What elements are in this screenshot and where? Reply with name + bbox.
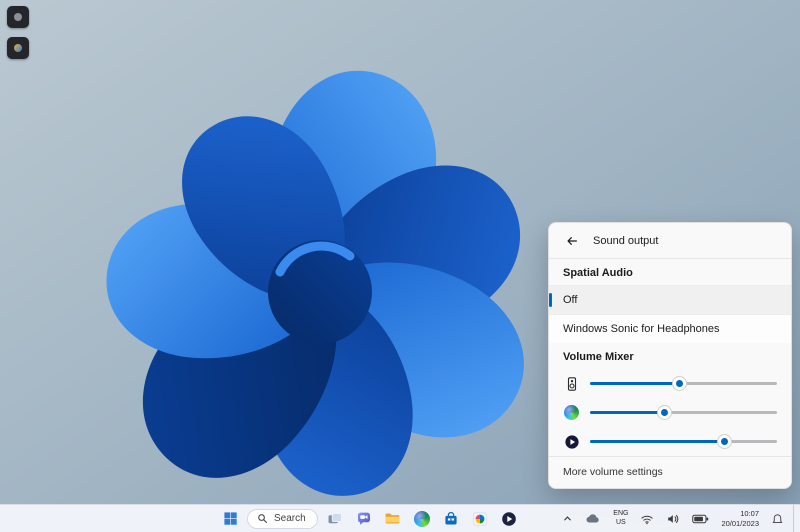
mixer-row-edge (549, 398, 791, 427)
slider-thumb[interactable] (658, 406, 671, 419)
taskbar-center: Search (218, 505, 521, 532)
time-label: 10:07 (740, 509, 759, 519)
volume-button[interactable] (663, 510, 683, 528)
taskbar: Search (0, 504, 800, 532)
clock[interactable]: 10:07 20/01/2023 (718, 507, 762, 531)
back-arrow-icon (565, 234, 579, 248)
chat-icon (356, 511, 372, 527)
spatial-audio-option-off[interactable]: Off (549, 285, 791, 314)
language-line1: ENG (613, 510, 628, 519)
bell-icon (771, 512, 784, 525)
store-button[interactable] (439, 507, 463, 531)
file-explorer-button[interactable] (381, 507, 405, 531)
chevron-up-icon (562, 513, 573, 524)
language-switcher[interactable]: ENG US (610, 508, 631, 530)
media-player-button[interactable] (497, 507, 521, 531)
media-player-icon (563, 433, 580, 450)
store-icon (443, 511, 459, 527)
desktop: Sound output Spatial Audio Off Windows S… (0, 0, 800, 532)
date-label: 20/01/2023 (721, 519, 759, 529)
task-view-button[interactable] (323, 507, 347, 531)
volume-icon (666, 512, 680, 526)
media-volume-slider[interactable] (590, 434, 777, 449)
back-button[interactable] (561, 232, 583, 250)
slider-fill (590, 440, 725, 443)
slider-thumb[interactable] (673, 377, 686, 390)
onedrive-button[interactable] (582, 511, 604, 526)
volume-mixer-label: Volume Mixer (549, 343, 791, 369)
system-speaker-icon (563, 375, 580, 392)
slider-thumb[interactable] (718, 435, 731, 448)
edge-icon (414, 511, 430, 527)
file-explorer-icon (384, 510, 401, 527)
desktop-icon-2-glyph (14, 44, 22, 52)
chat-button[interactable] (352, 507, 376, 531)
media-player-taskbar-icon (501, 511, 517, 527)
system-tray: ENG US (559, 505, 797, 532)
slider-fill (590, 411, 665, 414)
search-box[interactable]: Search (247, 509, 318, 529)
slider-fill (590, 382, 680, 385)
spatial-audio-option-windows-sonic[interactable]: Windows Sonic for Headphones (549, 314, 791, 343)
photos-icon (472, 511, 488, 527)
photos-button[interactable] (468, 507, 492, 531)
wifi-icon (640, 512, 654, 526)
onedrive-cloud-icon (585, 513, 601, 524)
more-volume-settings-link[interactable]: More volume settings (549, 457, 791, 488)
flyout-title: Sound output (593, 235, 658, 247)
edge-browser-icon (563, 404, 580, 421)
mixer-row-media (549, 427, 791, 456)
windows-logo-icon (223, 511, 238, 526)
system-volume-slider[interactable] (590, 376, 777, 391)
battery-icon (692, 514, 709, 524)
option-label: Windows Sonic for Headphones (563, 323, 720, 335)
start-button[interactable] (218, 507, 242, 531)
show-desktop-button[interactable] (793, 505, 797, 532)
selected-accent-bar (549, 293, 552, 307)
desktop-icon-1-glyph (14, 13, 22, 21)
flyout-header: Sound output (549, 223, 791, 258)
spatial-audio-label: Spatial Audio (549, 259, 791, 285)
option-label: Off (563, 294, 577, 306)
notification-center-button[interactable] (768, 510, 787, 527)
battery-button[interactable] (689, 512, 712, 526)
mixer-row-system (549, 369, 791, 398)
task-view-icon (327, 511, 343, 527)
sound-output-flyout: Sound output Spatial Audio Off Windows S… (548, 222, 792, 489)
search-label: Search (274, 513, 306, 524)
language-line2: US (616, 519, 626, 528)
desktop-icon-2[interactable] (7, 37, 29, 59)
hidden-icons-button[interactable] (559, 511, 576, 526)
desktop-icon-1[interactable] (7, 6, 29, 28)
edge-volume-slider[interactable] (590, 405, 777, 420)
network-button[interactable] (637, 510, 657, 528)
edge-button[interactable] (410, 507, 434, 531)
search-icon (257, 513, 268, 524)
